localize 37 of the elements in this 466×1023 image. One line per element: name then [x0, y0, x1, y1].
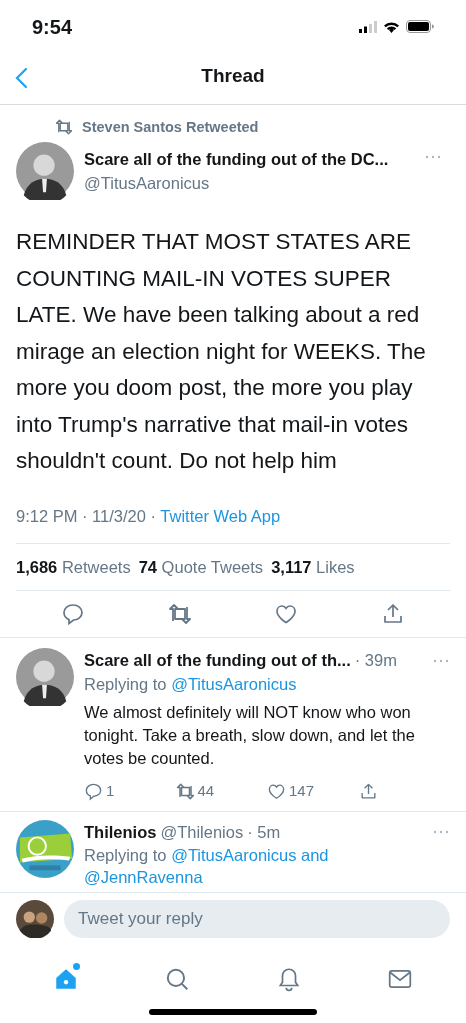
retweet-icon[interactable]	[175, 781, 195, 801]
tweet-time: · 39m	[354, 650, 397, 672]
header-title: Thread	[201, 64, 265, 89]
reply-icon[interactable]	[61, 602, 86, 627]
action-count: 1	[106, 781, 115, 802]
tweet-time: · 5m	[247, 821, 281, 843]
battery-icon	[406, 20, 434, 34]
author-name[interactable]: Scare all of the funding out of the DC...	[84, 146, 414, 172]
status-time: 9:54	[32, 14, 73, 40]
author-name[interactable]: Scare all of the funding out of th...	[84, 648, 351, 674]
action-count: 44	[197, 781, 215, 802]
signal-icon	[359, 20, 377, 33]
avatar[interactable]	[16, 900, 54, 939]
wifi-icon	[383, 20, 400, 33]
stat-link[interactable]: 74 Quote Tweets	[138, 554, 264, 580]
share-icon[interactable]	[358, 781, 378, 801]
reply-icon[interactable]	[84, 781, 103, 801]
replying-label: Replying to	[84, 846, 168, 865]
reply-field[interactable]: Tweet your reply	[64, 900, 450, 939]
retweet-icon[interactable]	[167, 602, 192, 627]
search-icon	[164, 966, 191, 993]
replying-label: Replying to	[84, 675, 168, 694]
avatar[interactable]	[16, 142, 74, 201]
retweet-icon	[54, 118, 74, 137]
action-count: 147	[289, 781, 315, 802]
back-icon[interactable]	[14, 66, 28, 89]
author-name[interactable]: Thilenios	[84, 819, 157, 845]
retweeted-by-label: Steven Santos Retweeted	[82, 117, 259, 137]
author-handle[interactable]: @TitusAaronicus	[84, 171, 414, 197]
reply-text: We almost definitely will NOT know who won tonight. Take a breath, slow down, and let the votes be counted.	[84, 702, 416, 770]
tweet-timestamp: 9:12 PM · 11/3/20 · Twitter Web App	[16, 505, 282, 527]
avatar[interactable]	[16, 648, 74, 707]
stat-link[interactable]: 3,117 Likes	[271, 554, 355, 580]
stat-link[interactable]: 1,686 Retweets	[16, 554, 131, 580]
tweet-text: REMINDER THAT MOST STATES ARE COUNTING MAIL-IN VOTES SUPER LATE. We have been talking about a red mirage an election night for WEEKS. The more you doom post, the more you play into Trump's narrative that mail-in votes shouldn't count. Do not help him	[16, 228, 427, 476]
conjunction-text: and	[301, 846, 329, 865]
author-handle[interactable]: @Thilenios	[160, 819, 244, 845]
